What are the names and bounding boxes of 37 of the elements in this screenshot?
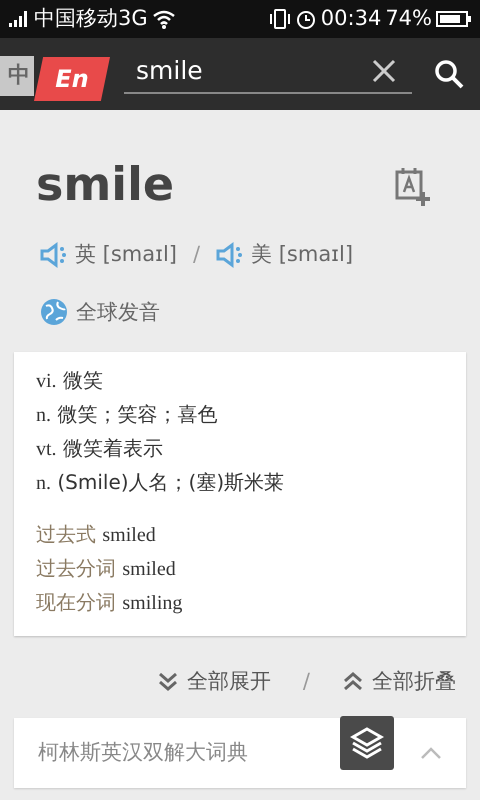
- definition-line: n. 微笑；笑容；喜色: [36, 401, 218, 428]
- search-icon[interactable]: [434, 59, 464, 89]
- clock-time: 00:34: [320, 5, 382, 32]
- separator: /: [192, 241, 200, 268]
- word-form: 现在分词 smiling: [36, 589, 184, 616]
- layers-icon: [350, 726, 384, 760]
- signal-icon: [8, 10, 30, 28]
- search-input[interactable]: smile: [124, 52, 372, 90]
- search-field[interactable]: smile: [124, 50, 412, 94]
- definition-line: vt. 微笑着表示: [36, 435, 164, 462]
- expand-all-link[interactable]: 全部展开: [186, 666, 271, 698]
- definition-line: n. (Smile)人名；(塞)斯米莱: [36, 469, 286, 496]
- globe-icon[interactable]: [40, 298, 68, 326]
- language-tab[interactable]: 中: [0, 56, 34, 96]
- pronunciation[interactable]: 英 [smaɪl]: [75, 239, 177, 270]
- headword: smile: [36, 156, 174, 213]
- close-icon[interactable]: [372, 59, 396, 83]
- wifi-icon: [152, 9, 176, 29]
- pronunciation[interactable]: 美 [smaɪl]: [251, 239, 354, 270]
- layers-button[interactable]: [340, 716, 394, 770]
- word-form: 过去式 smiled: [36, 521, 157, 548]
- carrier-name: 中国移动3G: [34, 5, 148, 32]
- double-chevron-up-icon[interactable]: [342, 670, 364, 693]
- battery-percent: 74%: [385, 5, 432, 32]
- double-chevron-down-icon[interactable]: [156, 670, 179, 693]
- alarm-icon: [294, 8, 317, 30]
- word-form: 过去分词 smiled: [36, 555, 177, 582]
- section-title: 柯林斯英汉双解大词典: [38, 738, 248, 766]
- add-to-wordbook-icon[interactable]: [394, 166, 430, 208]
- definition-line: vi. 微笑: [36, 367, 104, 394]
- collapse-all-link[interactable]: 全部折叠: [372, 666, 456, 698]
- battery-icon: [436, 9, 472, 29]
- global-pronunciation-link[interactable]: 全球发音: [76, 296, 160, 328]
- dictionary-section-header[interactable]: 柯林斯英汉双解大词典: [14, 718, 466, 788]
- separator: /: [302, 668, 310, 695]
- vibrate-icon: [268, 8, 291, 30]
- language-tab[interactable]: En: [34, 57, 110, 101]
